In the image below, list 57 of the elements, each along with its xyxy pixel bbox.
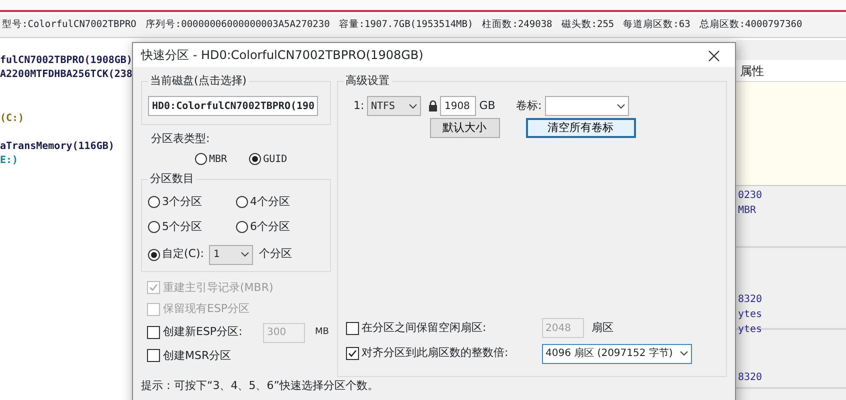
disk-info-text: 容量:1907.7GB(1953514MB): [338, 18, 474, 32]
row-index: 1:: [354, 98, 364, 114]
tree-item[interactable]: fulCN7002TBPRO(1908GB): [0, 54, 132, 68]
disk-info-text: 型号:ColorfulCN7002TBPRO: [2, 18, 136, 32]
radio-option[interactable]: 5个分区: [148, 219, 236, 236]
disk-info-text: 柱面数:249038: [482, 18, 552, 32]
tree-item[interactable]: A2200MTFDHBA256TCK(238: [0, 68, 132, 82]
unit-text: 扇区: [592, 320, 614, 336]
tree-item[interactable]: aTransMemory(116GB): [0, 140, 132, 154]
unit-text: MB: [315, 326, 329, 339]
detail-text: 8320: [738, 371, 764, 385]
checkbox-option[interactable]: 创建MSR分区: [147, 348, 331, 364]
detail-text: ytes: [738, 323, 764, 337]
checkbox-option[interactable]: 创建新ESP分区:: [147, 324, 263, 341]
unit-text: 个分区: [258, 246, 292, 262]
detail-text: 0230: [738, 189, 764, 203]
dialog-title: 快速分区 - HD0:ColorfulCN7002TBPRO(1908GB): [141, 47, 424, 64]
field-label: 卷标:: [516, 98, 542, 114]
action-button[interactable]: 默认大小: [430, 118, 500, 138]
lock-icon[interactable]: [428, 100, 438, 112]
close-icon: [708, 50, 720, 62]
tree-item[interactable]: E:): [0, 154, 132, 168]
group-label: 分区数目: [148, 172, 196, 186]
alignment-dropdown[interactable]: 4096 扇区 (2097152 字节): [542, 344, 692, 364]
radio-option[interactable]: 自定(C):: [148, 246, 204, 263]
disk-info-text: 每道扇区数:63: [623, 18, 690, 32]
field-label: 分区表类型:: [151, 131, 211, 147]
radio-option[interactable]: 4个分区: [236, 194, 324, 210]
radio-option[interactable]: 3个分区: [148, 194, 236, 210]
checkmark-icon: [148, 282, 159, 294]
filesystem-dropdown[interactable]: NTFS: [366, 96, 421, 116]
checkmark-icon: [346, 348, 358, 359]
detail-text: MBR: [738, 204, 758, 218]
radio-option[interactable]: MBR: [195, 152, 228, 166]
group-label: 当前磁盘(点击选择): [148, 74, 249, 88]
hint-text: 提示：可按下“3、4、5、6”快速选择分区个数。: [133, 377, 735, 395]
caret-icon: [408, 104, 417, 108]
disk-field[interactable]: HD0:ColorfulCN7002TBPRO(190: [148, 96, 318, 116]
detail-text: 8320: [738, 293, 764, 307]
disk-info-text: 序列号:00000006000000003A5A270230: [145, 18, 330, 32]
unit-text: GB: [479, 98, 496, 114]
radio-option[interactable]: 6个分区: [236, 219, 324, 236]
caret-icon: [241, 252, 250, 257]
column-header: 属性: [740, 64, 764, 78]
radio-option[interactable]: GUID: [249, 152, 288, 166]
caret-icon: [680, 351, 688, 356]
disk-info-text: 磁头数:255: [561, 18, 614, 32]
group-label: 高级设置: [344, 74, 392, 88]
size-field[interactable]: 1908: [440, 96, 476, 116]
count-dropdown[interactable]: 1: [209, 244, 254, 264]
checkbox-option[interactable]: 在分区之间保留空闲扇区:: [346, 320, 542, 336]
caret-icon: [616, 104, 625, 108]
tree-item[interactable]: (C:): [0, 112, 132, 126]
action-button[interactable]: 清空所有卷标: [526, 118, 636, 138]
detail-text: ytes: [738, 308, 764, 322]
checkbox-option[interactable]: 对齐分区到此扇区数的整数倍:: [346, 345, 542, 362]
disk-info-text: 总扇区数:4000797360: [699, 18, 802, 32]
